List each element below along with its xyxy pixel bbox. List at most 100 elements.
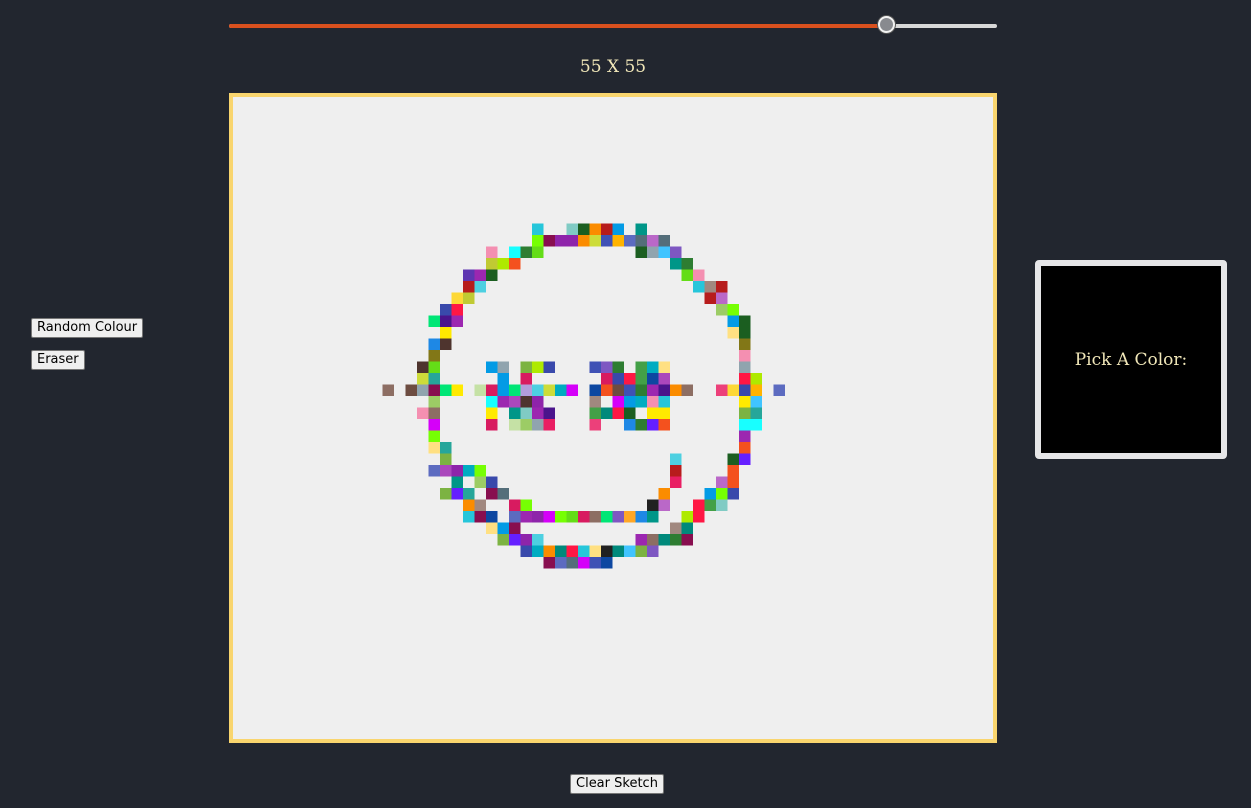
sketch-cell[interactable] (750, 407, 763, 420)
sketch-cell[interactable] (463, 292, 475, 305)
sketch-cell[interactable] (739, 430, 751, 443)
sketch-cell[interactable] (635, 534, 648, 546)
sketch-cell[interactable] (520, 534, 533, 546)
sketch-cell[interactable] (428, 442, 441, 454)
sketch-cell[interactable] (497, 488, 510, 500)
sketch-cell[interactable] (727, 384, 740, 397)
sketch-cell[interactable] (428, 384, 441, 397)
sketch-cell[interactable] (624, 419, 636, 431)
sketch-cell[interactable] (497, 384, 510, 397)
sketch-cell[interactable] (566, 235, 579, 247)
sketch-cell[interactable] (624, 373, 636, 385)
sketch-cell[interactable] (463, 499, 475, 512)
sketch-cell[interactable] (532, 223, 544, 236)
sketch-cell[interactable] (440, 338, 452, 351)
sketch-cell[interactable] (566, 511, 579, 523)
sketch-cell[interactable] (451, 315, 464, 328)
sketch-cell[interactable] (647, 396, 659, 408)
sketch-cell[interactable] (566, 545, 579, 558)
sketch-cell[interactable] (451, 292, 464, 305)
sketch-cell[interactable] (520, 511, 533, 523)
sketch-cell[interactable] (428, 465, 441, 477)
sketch-cell[interactable] (589, 407, 602, 420)
sketch-cell[interactable] (497, 258, 510, 270)
sketch-cell[interactable] (658, 373, 671, 385)
sketch-cell[interactable] (474, 465, 487, 477)
sketch-cell[interactable] (509, 258, 521, 270)
sketch-cell[interactable] (463, 488, 475, 500)
sketch-cell[interactable] (716, 488, 728, 500)
sketch-cell[interactable] (486, 511, 498, 523)
sketch-cell[interactable] (578, 235, 590, 247)
sketch-cell[interactable] (612, 223, 625, 236)
sketch-cell[interactable] (532, 246, 544, 259)
sketch-cell[interactable] (486, 522, 498, 535)
eraser-button[interactable]: Eraser (31, 350, 85, 370)
sketch-cell[interactable] (635, 384, 648, 397)
sketch-cell[interactable] (543, 511, 556, 523)
sketch-cell[interactable] (635, 361, 648, 374)
sketch-cell[interactable] (520, 407, 533, 420)
sketch-cell[interactable] (624, 545, 636, 558)
sketch-cell[interactable] (635, 511, 648, 523)
sketch-cell[interactable] (474, 281, 487, 293)
sketch-cell[interactable] (658, 396, 671, 408)
sketch-cell[interactable] (428, 338, 441, 351)
sketch-cell[interactable] (739, 384, 751, 397)
sketch-cell[interactable] (739, 373, 751, 385)
sketch-cell[interactable] (440, 315, 452, 328)
sketch-cell[interactable] (601, 223, 613, 236)
sketch-cell[interactable] (612, 396, 625, 408)
sketch-cell[interactable] (681, 269, 694, 282)
sketch-cell[interactable] (716, 304, 728, 316)
random-colour-button[interactable]: Random Colour (31, 318, 144, 338)
sketch-cell[interactable] (739, 453, 751, 466)
sketch-cell[interactable] (601, 361, 613, 374)
sketch-cell[interactable] (681, 534, 694, 546)
sketch-cell[interactable] (486, 488, 498, 500)
sketch-cell[interactable] (532, 384, 544, 397)
slider-thumb[interactable] (878, 16, 895, 33)
sketch-cell[interactable] (601, 557, 613, 569)
sketch-cell[interactable] (635, 545, 648, 558)
sketch-cell[interactable] (486, 361, 498, 374)
sketch-cell[interactable] (647, 384, 659, 397)
sketch-cell[interactable] (497, 534, 510, 546)
sketch-cell[interactable] (428, 350, 441, 362)
sketch-cell[interactable] (509, 499, 521, 512)
sketch-cell[interactable] (635, 235, 648, 247)
sketch-cell[interactable] (520, 545, 533, 558)
sketch-cell[interactable] (543, 419, 556, 431)
sketch-cell[interactable] (716, 292, 728, 305)
sketch-cell[interactable] (589, 511, 602, 523)
sketch-cell[interactable] (486, 269, 498, 282)
sketch-cell[interactable] (704, 281, 717, 293)
sketch-cell[interactable] (601, 373, 613, 385)
sketch-cell[interactable] (716, 384, 728, 397)
sketch-cell[interactable] (635, 396, 648, 408)
sketch-cell[interactable] (532, 545, 544, 558)
sketch-cell[interactable] (532, 235, 544, 247)
sketch-cell[interactable] (681, 384, 694, 397)
sketch-cell[interactable] (578, 511, 590, 523)
sketch-cell[interactable] (647, 373, 659, 385)
sketch-cell[interactable] (658, 534, 671, 546)
sketch-cell[interactable] (417, 373, 429, 385)
sketch-cell[interactable] (670, 258, 682, 270)
sketch-cell[interactable] (428, 430, 441, 443)
sketch-cell[interactable] (716, 499, 728, 512)
sketch-cell[interactable] (578, 223, 590, 236)
sketch-cell[interactable] (658, 384, 671, 397)
sketch-cell[interactable] (440, 304, 452, 316)
sketch-cell[interactable] (589, 384, 602, 397)
sketch-cell[interactable] (463, 281, 475, 293)
sketch-cell[interactable] (681, 511, 694, 523)
sketch-cell[interactable] (532, 534, 544, 546)
sketch-cell[interactable] (497, 361, 510, 374)
sketch-cell[interactable] (739, 338, 751, 351)
sketch-cell[interactable] (750, 373, 763, 385)
sketch-cell[interactable] (417, 384, 429, 397)
sketch-cell[interactable] (532, 396, 544, 408)
sketch-cell[interactable] (647, 361, 659, 374)
sketch-cell[interactable] (693, 269, 705, 282)
